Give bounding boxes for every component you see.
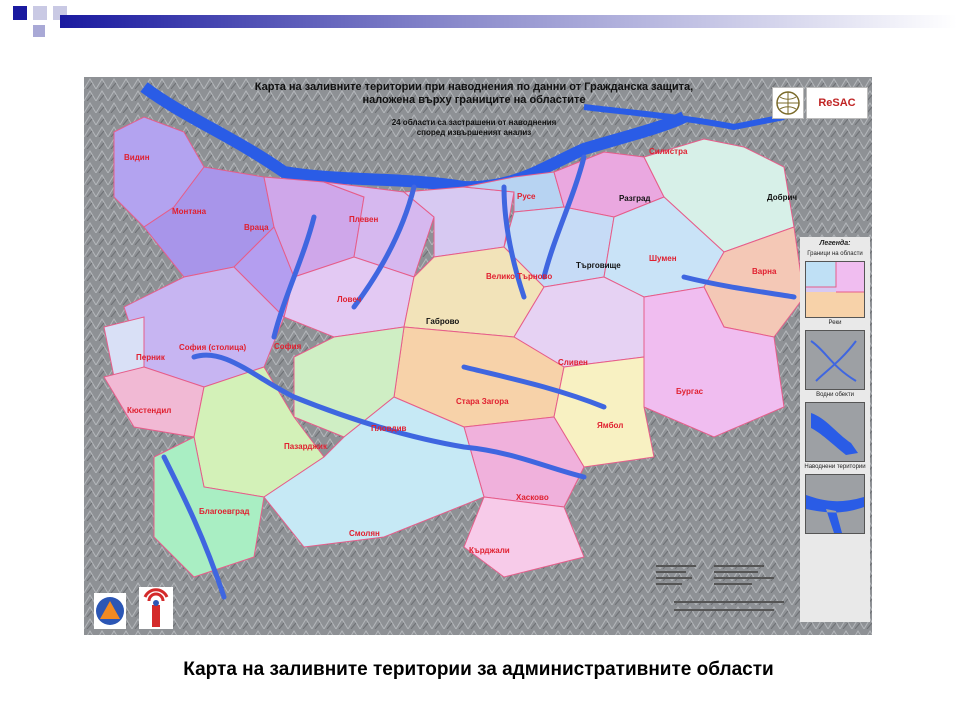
region-label: Монтана [172,207,207,216]
map-info-block [654,561,794,619]
region-label: Сливен [558,358,588,367]
civil-protection-logo-icon [94,593,126,629]
slide-caption: Карта на заливните територии за админист… [183,659,774,680]
legend-label-rivers: Реки [828,320,842,326]
info-logo-icon [139,587,173,629]
resac-logo: ReSAC [806,87,868,119]
map-subtitle: 24 области са застрашени от наводнения с… [284,118,664,138]
globe-logo-icon [772,87,804,119]
flood-map: Карта на заливните територии при наводне… [84,77,872,635]
legend-label-water-bodies: Водни обекти [816,392,854,398]
region-label: Благоевград [199,507,250,516]
slide-header-decoration [13,6,957,37]
region-label: Шумен [649,254,677,263]
region-label: Габрово [426,317,460,326]
map-subtitle-line-1: 24 области са застрашени от наводнения [391,118,557,127]
region-label: Велико Търново [486,272,553,281]
map-title-line-1: Карта на заливните територии при наводне… [254,81,694,93]
region-label: Перник [136,353,165,362]
legend-label-flooded: Наводнени територии [804,464,866,470]
map-title: Карта на заливните територии при наводне… [194,81,754,107]
region-label: Разград [619,194,651,203]
region-label: Ямбол [597,421,624,430]
region-label: Пловдив [371,424,407,433]
region-label: Видин [124,153,150,162]
region-label: Смолян [349,529,380,538]
map-title-line-2: наложена върху границите на областите [362,94,586,106]
region-label: Ловеч [337,295,362,304]
region-label: София [274,342,302,351]
region-label: София (столица) [179,343,247,352]
region-label: Кюстендил [127,406,172,415]
legend-swatch-rivers [805,330,865,390]
legend-title: Легенда: [819,240,851,247]
legend-label-boundaries: Граници на области [807,251,863,257]
region-label: Кърджали [469,546,510,555]
map-legend: Легенда: Граници на области Реки Водни о… [800,237,870,622]
region-label: Силистра [649,147,688,156]
region-label: Враца [244,223,269,232]
legend-swatch-boundaries [805,261,865,318]
legend-swatch-flooded [805,474,865,534]
legend-swatch-water-bodies [805,402,865,462]
region-label: Варна [752,267,777,276]
region-label: Хасково [516,493,549,502]
region-label: Русе [517,192,536,201]
region-label: Търговище [576,261,621,270]
map-subtitle-line-2: според извършеният анализ [416,128,532,137]
region-label: Пазарджик [284,442,327,451]
region-label: Плевен [349,215,379,224]
region-label: Бургас [676,387,704,396]
region-label: Добрич [767,193,798,202]
region-label: Стара Загора [456,397,509,406]
resac-logo-text: ReSAC [818,97,856,109]
